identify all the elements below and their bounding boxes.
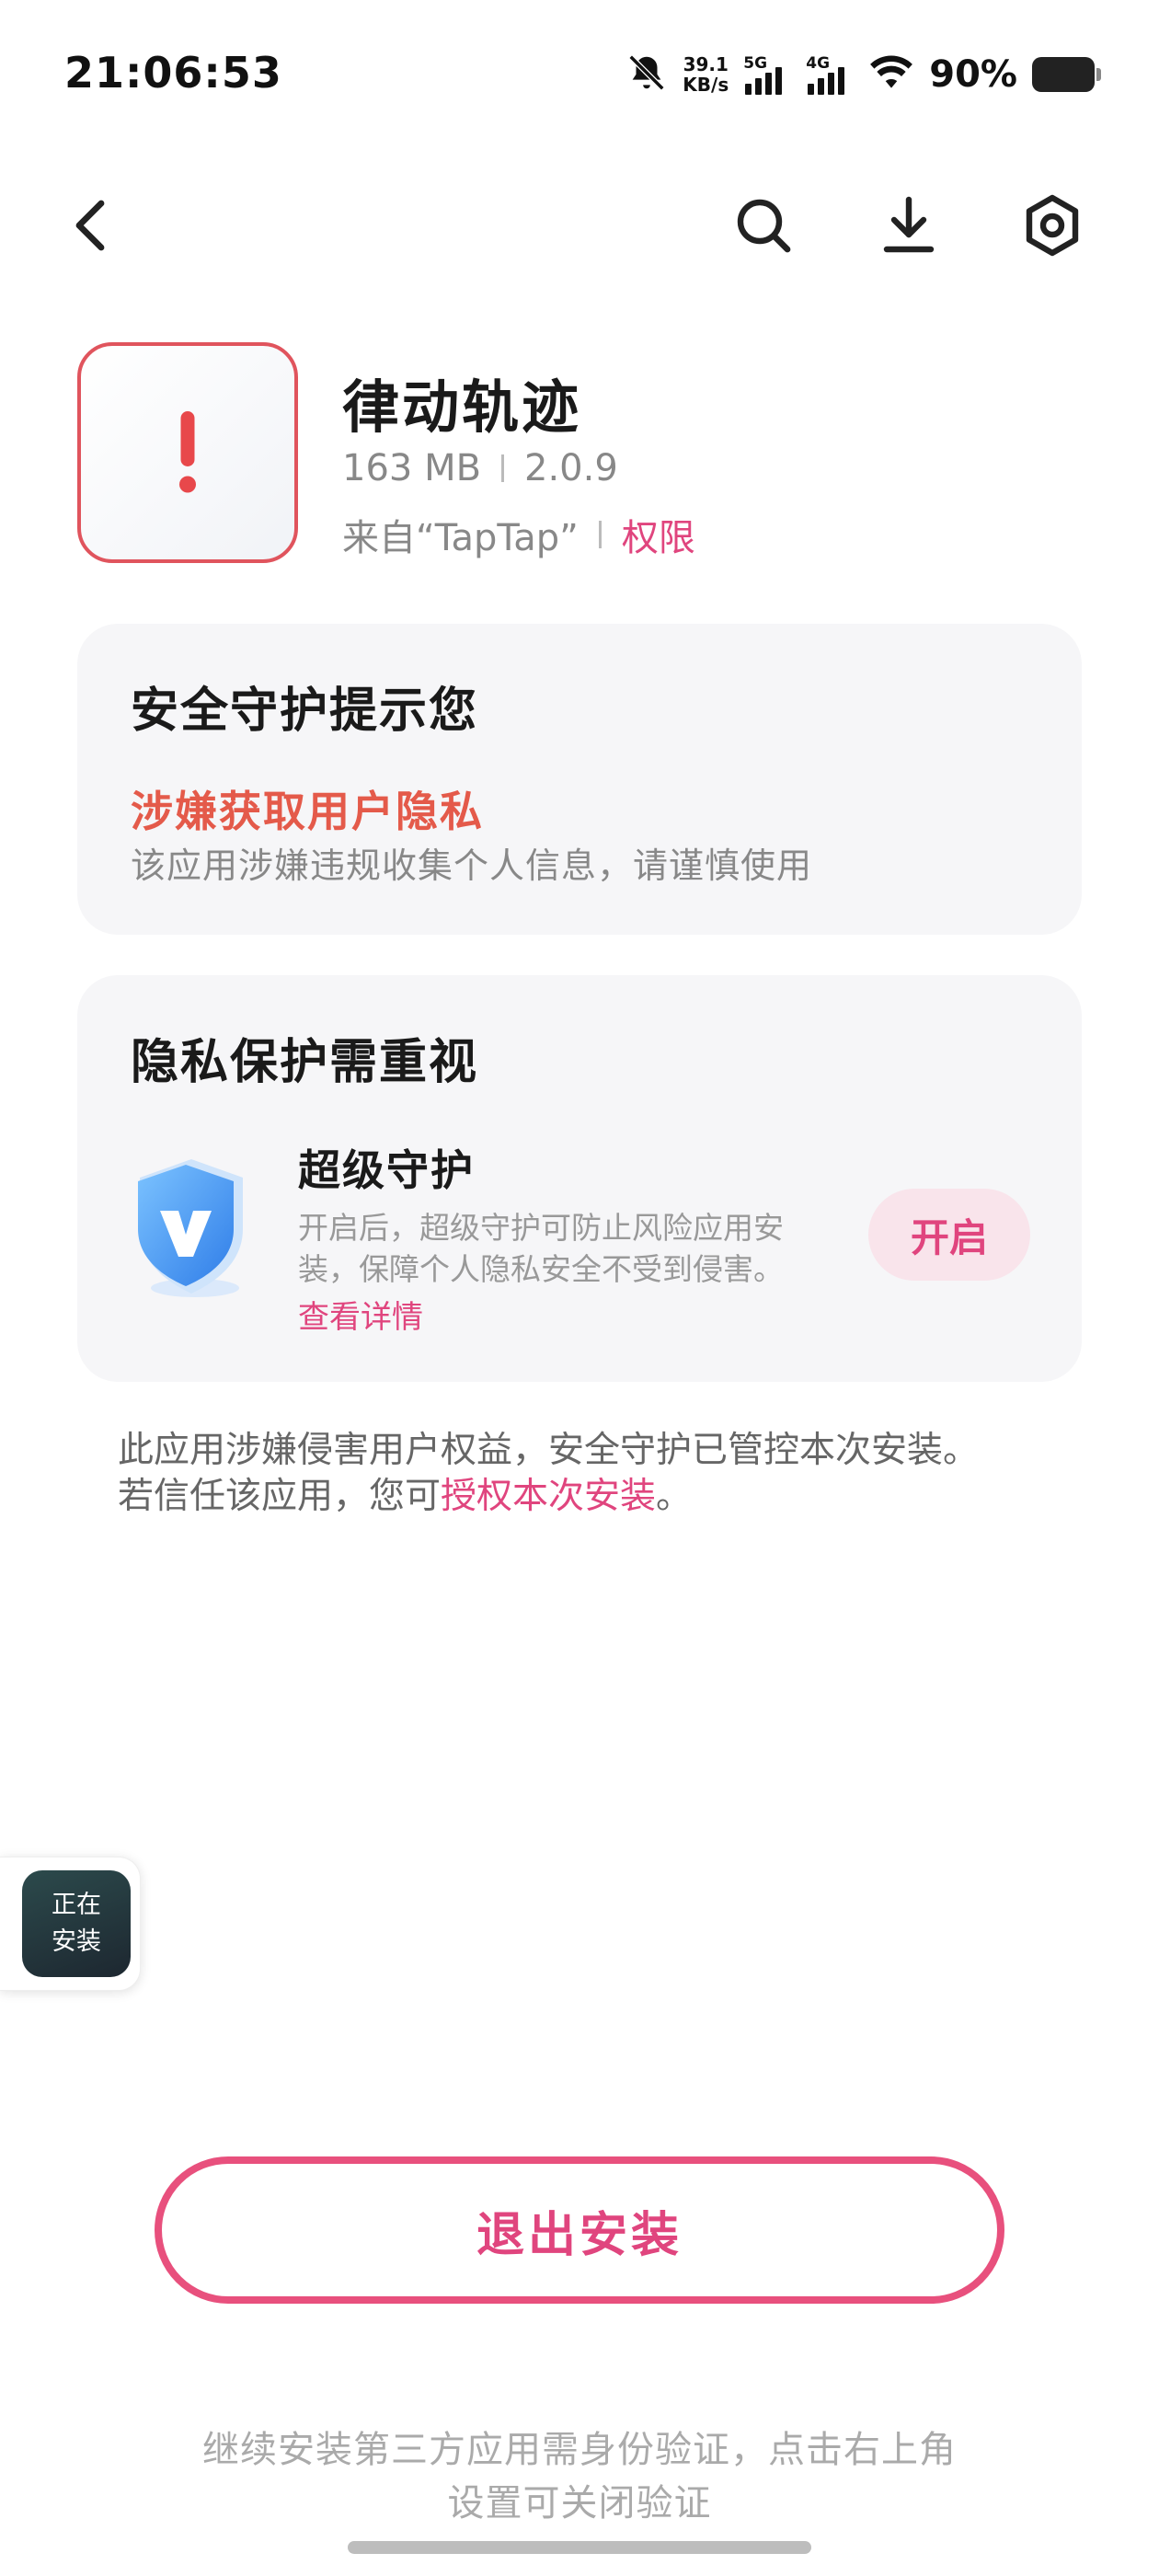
divider bbox=[501, 454, 505, 482]
app-name: 律动轨迹 bbox=[342, 374, 582, 441]
search-icon[interactable] bbox=[727, 189, 800, 262]
status-time: 21:06:53 bbox=[64, 48, 282, 98]
installing-floating-widget[interactable]: 正在 安装 bbox=[0, 1857, 141, 1991]
status-bar: 21:06:53 39.1 KB/s 5G 4G 90% bbox=[0, 0, 1159, 156]
shield-v-icon bbox=[127, 1150, 256, 1306]
app-meta: 163 MB 2.0.9 bbox=[342, 447, 618, 489]
app-version: 2.0.9 bbox=[524, 447, 618, 489]
app-icon bbox=[77, 342, 298, 563]
net-speed-unit: KB/s bbox=[683, 74, 729, 96]
wifi-icon bbox=[868, 52, 914, 97]
download-icon[interactable] bbox=[872, 189, 946, 262]
feature-name: 超级守护 bbox=[298, 1145, 475, 1195]
signal-icon: 4G bbox=[806, 54, 854, 95]
exit-install-button[interactable]: 退出安装 bbox=[155, 2156, 1004, 2304]
footer-note: 继续安装第三方应用需身份验证，点击右上角设置可关闭验证 bbox=[202, 2429, 957, 2524]
authorize-install-link[interactable]: 授权本次安装 bbox=[441, 1476, 656, 1517]
back-arrow-icon[interactable] bbox=[57, 189, 131, 262]
status-icons: 39.1 KB/s 5G 4G 90% bbox=[625, 52, 1101, 98]
app-source: 来自“TapTap” bbox=[342, 517, 579, 559]
app-size: 163 MB bbox=[342, 447, 482, 489]
notice-suffix: 。 bbox=[656, 1476, 693, 1517]
app-source-row: 来自“TapTap” 权限 bbox=[342, 508, 695, 561]
settings-icon[interactable] bbox=[1016, 189, 1089, 262]
enable-button[interactable]: 开启 bbox=[868, 1189, 1030, 1281]
warning-exclamation-icon bbox=[179, 411, 196, 493]
installing-line-1: 正在 bbox=[52, 1891, 101, 1919]
home-indicator[interactable] bbox=[348, 2541, 811, 2554]
warning-description: 该应用涉嫌违规收集个人信息，请谨慎使用 bbox=[131, 845, 813, 886]
install-notice: 此应用涉嫌侵害用户权益，安全守护已管控本次安装。 若信任该应用，您可授权本次安装… bbox=[118, 1428, 1074, 1520]
battery-percent: 90% bbox=[929, 53, 1017, 96]
battery-icon bbox=[1032, 57, 1101, 92]
bell-muted-icon bbox=[625, 52, 668, 98]
privacy-protection-card: 隐私保护需重视 超级守护 开启后，超级守护可防止风险应用安装，保障个人隐私安全不… bbox=[77, 975, 1082, 1382]
permissions-link[interactable]: 权限 bbox=[622, 508, 695, 561]
security-card-title: 安全守护提示您 bbox=[131, 684, 479, 739]
divider bbox=[598, 521, 602, 548]
installing-badge[interactable]: 正在 安装 bbox=[22, 1870, 131, 1977]
notice-prefix: 若信任该应用，您可 bbox=[118, 1476, 442, 1517]
privacy-card-title: 隐私保护需重视 bbox=[131, 1035, 479, 1090]
net-speed-value: 39.1 bbox=[683, 53, 729, 75]
installing-line-2: 安装 bbox=[52, 1927, 101, 1956]
signal-icon: 5G bbox=[743, 54, 791, 95]
feature-description: 开启后，超级守护可防止风险应用安装，保障个人隐私安全不受到侵害。 bbox=[298, 1210, 784, 1287]
warning-title: 涉嫌获取用户隐私 bbox=[131, 787, 484, 836]
notice-line-2: 若信任该应用，您可授权本次安装。 bbox=[118, 1474, 1074, 1520]
security-warning-card: 安全守护提示您 涉嫌获取用户隐私 该应用涉嫌违规收集个人信息，请谨慎使用 bbox=[77, 624, 1082, 935]
notice-line-1: 此应用涉嫌侵害用户权益，安全守护已管控本次安装。 bbox=[118, 1430, 980, 1471]
view-details-link[interactable]: 查看详情 bbox=[298, 1292, 423, 1337]
network-speed: 39.1 KB/s bbox=[683, 54, 729, 95]
